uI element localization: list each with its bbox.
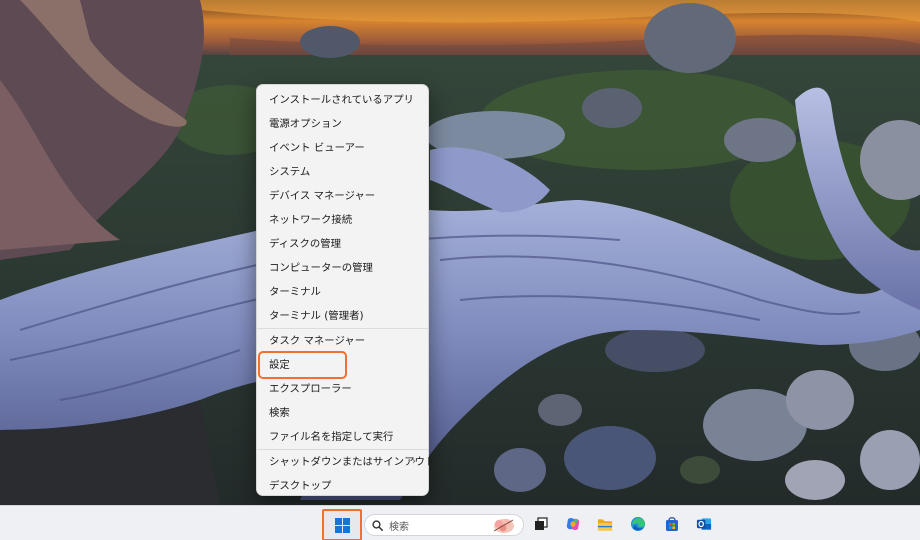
menu-item-network-connections[interactable]: ネットワーク接続: [260, 208, 425, 232]
file-explorer-icon[interactable]: [597, 516, 613, 532]
menu-item-terminal[interactable]: ターミナル: [260, 280, 425, 304]
taskbar-search-box[interactable]: 検索: [364, 514, 524, 536]
menu-item-power-options[interactable]: 電源オプション: [260, 112, 425, 136]
menu-item-run[interactable]: ファイル名を指定して実行: [260, 425, 425, 449]
menu-item-shutdown-signout[interactable]: シャットダウンまたはサインアウト ›: [260, 450, 435, 474]
desktop-wallpaper: [0, 0, 920, 505]
quick-link-menu: インストールされているアプリ 電源オプション イベント ビューアー システム デ…: [256, 84, 435, 498]
chevron-right-icon: ›: [412, 456, 416, 467]
menu-item-installed-apps[interactable]: インストールされているアプリ: [260, 88, 425, 112]
menu-item-event-viewer[interactable]: イベント ビューアー: [260, 136, 425, 160]
menu-item-settings[interactable]: 設定: [258, 351, 347, 379]
search-icon: [372, 519, 383, 531]
store-icon[interactable]: [664, 516, 680, 532]
menu-item-computer-management[interactable]: コンピューターの管理: [260, 256, 425, 280]
start-button[interactable]: [322, 509, 362, 540]
menu-item-terminal-admin[interactable]: ターミナル (管理者): [260, 304, 425, 328]
outlook-icon[interactable]: [696, 516, 712, 532]
wallpaper-art: [0, 0, 920, 505]
menu-item-task-manager[interactable]: タスク マネージャー: [260, 329, 425, 353]
menu-item-desktop[interactable]: デスクトップ: [260, 474, 425, 498]
menu-item-disk-management[interactable]: ディスクの管理: [260, 232, 425, 256]
menu-item-device-manager[interactable]: デバイス マネージャー: [260, 184, 425, 208]
copilot-icon[interactable]: [565, 516, 581, 532]
menu-item-label: シャットダウンまたはサインアウト: [269, 456, 436, 468]
menu-item-search[interactable]: 検索: [260, 401, 425, 425]
search-highlight-image-icon: [493, 519, 514, 533]
menu-item-file-explorer[interactable]: エクスプローラー: [260, 377, 425, 401]
task-view-icon[interactable]: [533, 516, 549, 532]
windows-start-icon: [334, 517, 350, 533]
edge-icon[interactable]: [630, 516, 646, 532]
menu-item-system[interactable]: システム: [260, 160, 425, 184]
taskbar: 検索: [0, 505, 920, 540]
search-placeholder: 検索: [389, 521, 409, 533]
